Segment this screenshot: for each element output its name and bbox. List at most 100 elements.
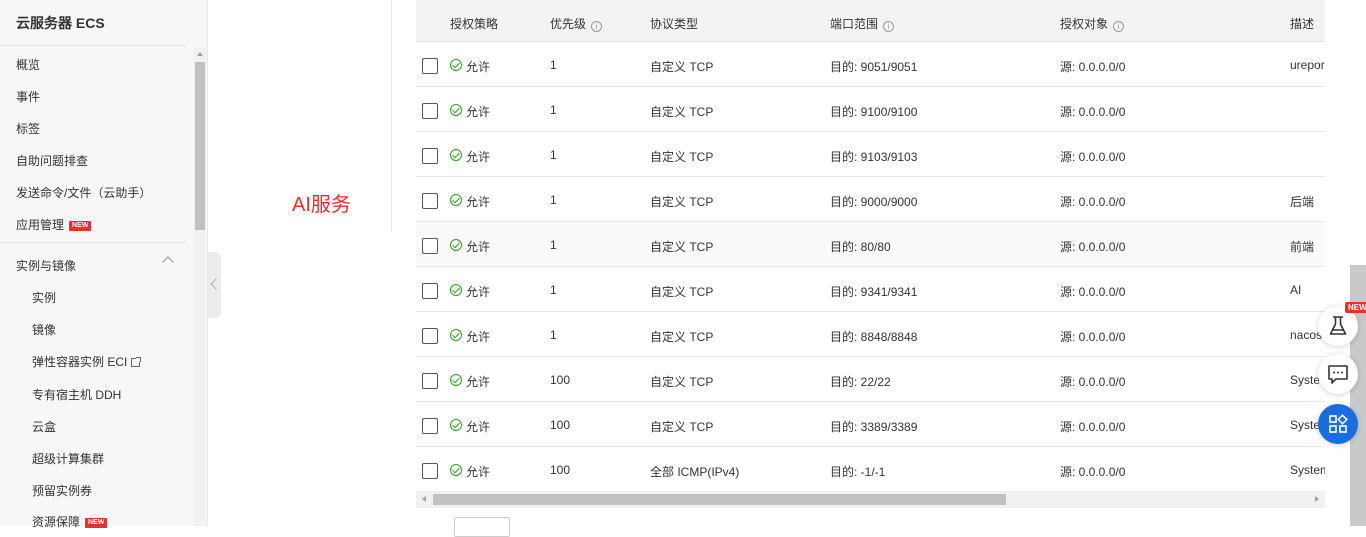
cell-description: 后端 <box>1290 195 1315 209</box>
scroll-right-arrow-icon[interactable] <box>1315 496 1319 502</box>
cell-port-range: 目的: 9000/9000 <box>830 195 918 209</box>
chevron-up-icon[interactable] <box>162 256 174 268</box>
cell-source: 源: 0.0.0.0/0 <box>1060 240 1126 254</box>
sidebar-item-tags[interactable]: 标签 <box>16 120 40 137</box>
chat-button[interactable] <box>1318 354 1358 394</box>
sidebar-item-reserved-instances[interactable]: 预留实例券 <box>32 482 92 499</box>
row-checkbox[interactable] <box>422 283 438 299</box>
row-checkbox[interactable] <box>422 193 438 209</box>
cell-description: AI <box>1290 283 1302 297</box>
sidebar-item-overview[interactable]: 概览 <box>16 56 40 73</box>
sidebar-item-label: 资源保障 <box>32 515 81 529</box>
table-row[interactable]: 允许 1 自定义 TCP 目的: 9000/9000 源: 0.0.0.0/0 后端 <box>416 177 1325 222</box>
cell-priority: 1 <box>550 283 557 297</box>
check-circle-icon <box>450 239 462 251</box>
table-row[interactable]: 允许 100 自定义 TCP 目的: 22/22 源: 0.0.0.0/0 Syster <box>416 357 1325 402</box>
table-row[interactable]: 允许 1 自定义 TCP 目的: 9051/9051 源: 0.0.0.0/0 urepo… <box>416 42 1325 87</box>
apps-grid-icon <box>1329 414 1348 433</box>
sidebar-item-troubleshoot[interactable]: 自助问题排查 <box>16 152 88 169</box>
scroll-left-arrow-icon[interactable] <box>422 496 426 502</box>
sidebar-item-ddh[interactable]: 专有宿主机 DDH <box>32 386 121 403</box>
table-row[interactable]: 允许 1 自定义 TCP 目的: 8848/8848 源: 0.0.0.0/0 nacos <box>416 312 1325 357</box>
sidebar-collapse-button[interactable] <box>208 252 221 318</box>
row-checkbox[interactable] <box>422 328 438 344</box>
cell-port-range: 目的: 22/22 <box>830 375 891 389</box>
cell-protocol: 自定义 TCP <box>650 150 714 164</box>
cell-protocol: 全部 ICMP(IPv4) <box>650 465 740 479</box>
info-icon[interactable]: i <box>1113 21 1125 32</box>
sidebar-title: 云服务器 ECS <box>16 15 105 31</box>
cell-policy: 允许 <box>466 420 491 434</box>
cell-source: 源: 0.0.0.0/0 <box>1060 60 1126 74</box>
sidebar-item-super-computing[interactable]: 超级计算集群 <box>32 450 104 467</box>
cell-policy: 允许 <box>466 60 491 74</box>
sidebar-item-instances[interactable]: 实例 <box>32 289 56 306</box>
table-row[interactable]: 允许 100 自定义 TCP 目的: 3389/3389 源: 0.0.0.0/0 Sys… <box>416 402 1325 447</box>
check-circle-icon <box>450 284 462 296</box>
page-size-select[interactable] <box>454 517 510 537</box>
sidebar-item-label: 应用管理 <box>16 218 65 232</box>
horizontal-scrollbar-thumb[interactable] <box>433 494 1006 505</box>
cell-description: 前端 <box>1290 240 1315 254</box>
cell-source: 源: 0.0.0.0/0 <box>1060 375 1126 389</box>
check-circle-icon <box>450 104 462 116</box>
scroll-up-arrow-icon[interactable] <box>197 52 203 56</box>
new-badge: NEW <box>85 518 108 528</box>
sidebar-item-cloud-box[interactable]: 云盒 <box>32 418 56 435</box>
sidebar-item-eci[interactable]: 弹性容器实例 ECI <box>32 353 142 370</box>
cell-protocol: 自定义 TCP <box>650 330 714 344</box>
sidebar-divider <box>0 242 186 243</box>
cell-port-range: 目的: 9100/9100 <box>830 105 918 119</box>
cell-protocol: 自定义 TCP <box>650 105 714 119</box>
cell-port-range: 目的: 9341/9341 <box>830 285 918 299</box>
cell-port-range: 目的: 8848/8848 <box>830 330 918 344</box>
cell-source: 源: 0.0.0.0/0 <box>1060 330 1126 344</box>
apps-button[interactable] <box>1318 404 1358 444</box>
sidebar-item-resource-guarantee[interactable]: 资源保障 NEW <box>32 513 108 530</box>
cell-policy: 允许 <box>466 240 491 254</box>
table-row[interactable]: 允许 1 自定义 TCP 目的: 80/80 源: 0.0.0.0/0 前端 <box>416 222 1325 267</box>
sidebar-item-images[interactable]: 镜像 <box>32 321 56 338</box>
sidebar-item-app-management[interactable]: 应用管理 NEW <box>16 216 92 233</box>
chat-icon <box>1328 365 1348 384</box>
table-horizontal-scrollbar[interactable] <box>416 491 1325 508</box>
cell-source: 源: 0.0.0.0/0 <box>1060 150 1126 164</box>
cell-port-range: 目的: 3389/3389 <box>830 420 918 434</box>
cell-port-range: 目的: 9103/9103 <box>830 150 918 164</box>
cell-policy: 允许 <box>466 150 491 164</box>
row-checkbox[interactable] <box>422 418 438 434</box>
cell-priority: 100 <box>550 373 571 387</box>
info-icon[interactable]: i <box>883 21 895 32</box>
check-circle-icon <box>450 374 462 386</box>
table-row[interactable]: 允许 1 自定义 TCP 目的: 9103/9103 源: 0.0.0.0/0 <box>416 132 1325 177</box>
sidebar-item-cloud-assistant[interactable]: 发送命令/文件（云助手） <box>16 184 151 201</box>
info-icon[interactable]: i <box>591 21 603 32</box>
sidebar-scrollbar-thumb[interactable] <box>195 62 205 230</box>
table-row[interactable]: 允许 1 自定义 TCP 目的: 9341/9341 源: 0.0.0.0/0 AI <box>416 267 1325 312</box>
check-circle-icon <box>450 464 462 476</box>
table-row[interactable]: 允许 100 全部 ICMP(IPv4) 目的: -1/-1 源: 0.0.0.0/0 S… <box>416 447 1325 492</box>
sidebar-item-events[interactable]: 事件 <box>16 88 40 105</box>
cell-policy: 允许 <box>466 105 491 119</box>
row-checkbox[interactable] <box>422 238 438 254</box>
check-circle-icon <box>450 329 462 341</box>
sidebar-group-instances-images[interactable]: 实例与镜像 <box>16 257 76 274</box>
sidebar-divider <box>0 45 186 46</box>
cell-policy: 允许 <box>466 465 491 479</box>
row-checkbox[interactable] <box>422 103 438 119</box>
header-description: 描述 <box>1290 17 1315 31</box>
table-row[interactable]: 允许 1 自定义 TCP 目的: 9100/9100 源: 0.0.0.0/0 <box>416 87 1325 132</box>
cell-priority: 100 <box>550 418 571 432</box>
row-checkbox[interactable] <box>422 58 438 74</box>
external-link-icon <box>131 357 142 367</box>
cell-priority: 1 <box>550 328 557 342</box>
cell-priority: 1 <box>550 103 557 117</box>
row-checkbox[interactable] <box>422 463 438 479</box>
cell-description: urepor <box>1290 58 1325 72</box>
row-checkbox[interactable] <box>422 148 438 164</box>
check-circle-icon <box>450 149 462 161</box>
cell-protocol: 自定义 TCP <box>650 375 714 389</box>
cell-port-range: 目的: 80/80 <box>830 240 891 254</box>
row-checkbox[interactable] <box>422 373 438 389</box>
cell-protocol: 自定义 TCP <box>650 195 714 209</box>
